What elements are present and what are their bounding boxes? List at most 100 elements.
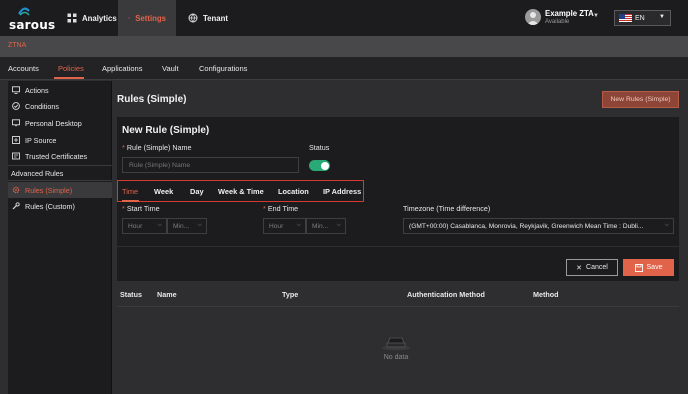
close-icon: ✕ [576, 264, 583, 272]
logo-mark-icon [18, 7, 30, 16]
new-rule-form: New Rule (Simple) *Rule (Simple) Name St… [117, 117, 679, 281]
cancel-button[interactable]: ✕ Cancel [566, 259, 618, 276]
sidebar-item-rules-simple[interactable]: Rules (Simple) [8, 182, 112, 198]
end-time-label-text: End Time [267, 204, 299, 213]
sidebar-item-personal-desktop[interactable]: Personal Desktop [8, 115, 112, 131]
sidebar-item-label: Conditions [25, 101, 59, 111]
subnav-vault[interactable]: Vault [162, 64, 179, 73]
sidebar-item-actions[interactable]: Actions [8, 82, 112, 98]
sidebar-item-ip-source[interactable]: IP Source [8, 132, 112, 148]
tab-ip-address[interactable]: IP Address [323, 187, 361, 196]
sidebar-item-rules-custom[interactable]: Rules (Custom) [8, 198, 112, 214]
rule-name-input[interactable] [122, 157, 299, 173]
column-header-type[interactable]: Type [282, 290, 298, 299]
chevron-down-icon: ⌵ [197, 222, 202, 228]
check-circle-icon [12, 102, 20, 110]
active-tab-indicator [122, 200, 139, 202]
sidebar-item-label: Rules (Custom) [25, 201, 75, 211]
new-rule-button[interactable]: New Rules (Simple) [602, 91, 679, 108]
timezone-select[interactable]: (GMT+00:00) Casablanca, Monrovia, Reykja… [403, 218, 674, 234]
column-header-method[interactable]: Method [533, 290, 559, 299]
active-tab-indicator [54, 77, 84, 79]
subnav-accounts[interactable]: Accounts [8, 64, 39, 73]
section-label: ZTNA [8, 42, 27, 49]
tab-week-and-time[interactable]: Week & Time [218, 187, 264, 196]
end-minute-placeholder: Min... [312, 222, 329, 230]
cancel-label: Cancel [586, 264, 608, 271]
chevron-down-icon: ⌵ [157, 222, 162, 228]
form-divider [117, 246, 679, 247]
gear-icon [12, 186, 20, 194]
top-header: sarous Analytics Settings Tenant Example… [0, 0, 688, 36]
empty-inbox-icon [382, 337, 410, 351]
gear-icon [128, 17, 131, 19]
tab-week[interactable]: Week [154, 187, 173, 196]
subnav-policies[interactable]: Policies [58, 64, 84, 73]
chevron-down-icon: ⌵ [296, 222, 301, 228]
desktop-icon [12, 119, 20, 127]
save-icon [634, 263, 643, 272]
save-button[interactable]: Save [623, 259, 674, 276]
grid-icon [67, 13, 77, 23]
sidebar-item-label: Personal Desktop [25, 118, 82, 128]
nav-analytics[interactable]: Analytics [57, 0, 127, 36]
language-select[interactable]: EN ▼ [614, 10, 671, 26]
end-minute-select[interactable]: Min... ⌵ [306, 218, 346, 234]
subnav-configurations[interactable]: Configurations [199, 64, 247, 73]
user-status: Available [545, 19, 570, 25]
required-marker: * [263, 204, 266, 213]
start-hour-select[interactable]: Hour ⌵ [122, 218, 167, 234]
page-title: Rules (Simple) [117, 94, 187, 105]
sidebar-section-advanced-rules: Advanced Rules [8, 165, 112, 181]
globe-icon [188, 13, 198, 23]
sub-navigation: Accounts Policies Applications Vault Con… [0, 57, 688, 80]
subnav-applications[interactable]: Applications [102, 64, 142, 73]
column-header-name[interactable]: Name [157, 290, 177, 299]
certificate-icon [12, 152, 20, 160]
rule-name-label-text: Rule (Simple) Name [126, 143, 192, 152]
language-label: EN [635, 14, 645, 22]
sidebar-item-label: Actions [25, 85, 49, 95]
timezone-value: (GMT+00:00) Casablanca, Monrovia, Reykja… [409, 222, 644, 230]
nav-analytics-label: Analytics [82, 13, 117, 23]
start-minute-select[interactable]: Min... ⌵ [167, 218, 207, 234]
end-time-label: * End Time [263, 204, 298, 213]
sidebar: Actions Conditions Personal Desktop IP S… [8, 81, 112, 394]
tab-day[interactable]: Day [190, 187, 204, 196]
sidebar-item-conditions[interactable]: Conditions [8, 98, 112, 114]
sidebar-item-label: Rules (Simple) [25, 185, 73, 195]
start-time-label-text: Start Time [126, 204, 160, 213]
section-bar: ZTNA [0, 36, 688, 57]
monitor-icon [12, 86, 20, 94]
end-hour-select[interactable]: Hour ⌵ [263, 218, 306, 234]
sidebar-item-trusted-certificates[interactable]: Trusted Certificates [8, 148, 112, 164]
wrench-icon [12, 202, 20, 210]
sidebar-item-label: IP Source [25, 135, 57, 145]
avatar[interactable] [525, 9, 541, 25]
tab-location[interactable]: Location [278, 187, 309, 196]
timezone-label: Timezone (Time difference) [403, 204, 491, 213]
rule-type-tabs: Time Week Day Week & Time Location IP Ad… [117, 180, 364, 202]
nav-settings-label: Settings [135, 13, 166, 23]
end-hour-placeholder: Hour [269, 222, 284, 230]
required-marker: * [122, 143, 125, 152]
column-header-status[interactable]: Status [120, 290, 142, 299]
nav-settings[interactable]: Settings [118, 0, 176, 36]
nav-tenant-label: Tenant [203, 13, 228, 23]
nav-tenant[interactable]: Tenant [178, 0, 238, 36]
sidebar-item-label: Trusted Certificates [25, 151, 88, 161]
column-header-authentication-method[interactable]: Authentication Method [407, 290, 485, 299]
chevron-down-icon: ⌵ [664, 222, 669, 228]
user-name[interactable]: Example ZTA [545, 9, 594, 18]
status-toggle[interactable] [309, 160, 330, 171]
chevron-down-icon: ▼ [659, 14, 665, 20]
required-marker: * [122, 204, 125, 213]
us-flag-icon [619, 14, 632, 22]
rules-table-header: Status Name Type Authentication Method M… [117, 281, 679, 307]
tab-time[interactable]: Time [122, 187, 138, 196]
network-icon [12, 136, 20, 144]
start-time-label: * Start Time [122, 204, 160, 213]
logo[interactable]: sarous [9, 7, 55, 32]
rule-name-label: * Rule (Simple) Name [122, 143, 192, 152]
chevron-down-icon[interactable]: ▼ [593, 13, 599, 19]
